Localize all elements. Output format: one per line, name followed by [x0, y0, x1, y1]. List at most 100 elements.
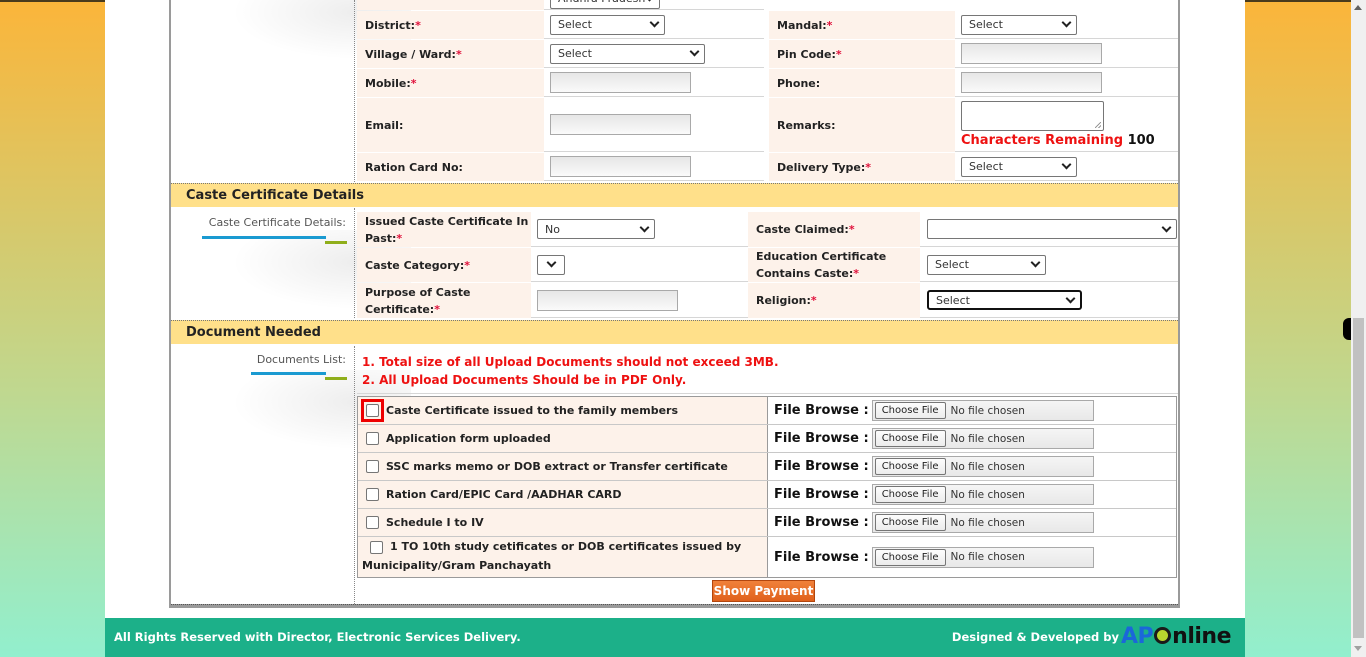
caste-claimed-select[interactable] [927, 219, 1177, 239]
mandal-select[interactable]: Select [961, 14, 1077, 35]
mobile-label: Mobile: * [357, 69, 544, 97]
file-browse-label: File Browse : [774, 403, 869, 418]
file-status: No file chosen [950, 516, 1025, 529]
characters-remaining: Characters Remaining 100 [961, 133, 1155, 148]
village-select[interactable]: Select [550, 43, 705, 64]
divider [354, 208, 355, 318]
purpose-label-line1: Purpose of Caste [365, 285, 471, 299]
document-checkbox[interactable] [366, 488, 379, 501]
document-checkbox[interactable] [370, 540, 383, 554]
footer: All Rights Reserved with Director, Elect… [105, 618, 1245, 657]
file-browse-label: File Browse : [774, 459, 869, 474]
remarks-label-text: Remarks: [777, 118, 836, 132]
caste-category-label-text: Caste Category: [365, 258, 465, 272]
pincode-input[interactable] [961, 43, 1102, 64]
scroll-down-icon[interactable] [1354, 646, 1362, 651]
delivery-select[interactable]: Select [961, 156, 1077, 177]
pincode-label: Pin Code: * [769, 40, 955, 68]
file-input[interactable]: Choose File No file chosen [871, 512, 1094, 533]
remarks-textarea[interactable] [961, 101, 1104, 131]
document-label-line2: Municipality/Gram Panchayath [362, 559, 552, 572]
file-input[interactable]: Choose File No file chosen [871, 400, 1094, 421]
edu-cert-field: Select [920, 248, 1178, 282]
delivery-label: Delivery Type: * [769, 153, 955, 181]
email-input[interactable] [550, 114, 691, 135]
divider [354, 0, 355, 182]
caste-category-field [531, 248, 749, 282]
file-cell: File Browse : Choose File No file chosen [768, 481, 1176, 508]
pincode-field [955, 40, 1178, 68]
file-cell: File Browse : Choose File No file chosen [768, 537, 1176, 577]
phone-label: Phone: [769, 69, 955, 97]
file-input[interactable]: Choose File No file chosen [871, 456, 1094, 477]
document-row: SSC marks memo or DOB extract or Transfe… [358, 453, 1176, 481]
mobile-field [544, 69, 764, 97]
purpose-label: Purpose of Caste Certificate:* [357, 283, 531, 318]
district-label-text: District: [365, 18, 416, 32]
purpose-input[interactable] [537, 289, 678, 311]
document-checkbox[interactable] [366, 432, 379, 445]
choose-file-button[interactable]: Choose File [874, 402, 946, 419]
page: Andhra Pradesh District: * Select Village… [105, 0, 1245, 657]
document-checkbox[interactable] [366, 516, 379, 529]
scrollbar-thumb[interactable] [1353, 318, 1364, 638]
upload-note: 2. All Upload Documents Should be in PDF… [362, 373, 687, 387]
required-mark: * [865, 160, 872, 174]
email-label: Email: [357, 98, 544, 152]
phone-input[interactable] [961, 72, 1102, 93]
chevron-down-icon [1065, 293, 1076, 303]
edu-cert-select[interactable]: Select [927, 254, 1046, 275]
form-frame: Andhra Pradesh District: * Select Village… [169, 0, 1180, 608]
required-mark: * [464, 258, 470, 272]
file-status: No file chosen [950, 432, 1025, 445]
logo-ap: AP [1121, 624, 1154, 649]
document-row: Ration Card/EPIC Card /AADHAR CARD File … [358, 481, 1176, 509]
show-payment-button[interactable]: Show Payment [712, 580, 815, 602]
religion-select[interactable]: Select [927, 290, 1082, 310]
issued-past-select[interactable]: No [537, 219, 655, 239]
file-status: No file chosen [950, 460, 1025, 473]
district-select[interactable]: Select [550, 14, 665, 35]
choose-file-button[interactable]: Choose File [874, 430, 946, 447]
chevron-down-icon [546, 257, 556, 268]
chevron-down-icon [1161, 222, 1172, 232]
designed-by-text: Designed & Developed by [951, 629, 1120, 644]
chevron-down-icon [1061, 17, 1072, 28]
file-input[interactable]: Choose File No file chosen [871, 546, 1094, 568]
document-row: Caste Certificate issued to the family m… [358, 397, 1176, 425]
side-tab[interactable] [1343, 318, 1351, 340]
document-label: SSC marks memo or DOB extract or Transfe… [386, 460, 728, 473]
village-label-text: Village / Ward: [365, 47, 456, 61]
file-cell: File Browse : Choose File No file chosen [768, 397, 1176, 424]
document-cell: Schedule I to IV [358, 509, 768, 536]
document-checkbox[interactable] [366, 404, 379, 417]
choose-file-button[interactable]: Choose File [874, 548, 946, 566]
choose-file-button[interactable]: Choose File [874, 514, 946, 531]
ration-input[interactable] [550, 156, 691, 177]
caste-category-select[interactable] [537, 254, 565, 275]
file-input[interactable]: Choose File No file chosen [871, 484, 1094, 505]
mobile-input[interactable] [550, 72, 691, 93]
scroll-up-icon[interactable] [1354, 5, 1362, 10]
state-select[interactable]: Andhra Pradesh [550, 0, 660, 9]
document-row: Application form uploaded File Browse : … [358, 425, 1176, 453]
choose-file-button[interactable]: Choose File [874, 458, 946, 475]
mandal-label-text: Mandal: [777, 18, 827, 32]
documents-table: Caste Certificate issued to the family m… [357, 396, 1177, 578]
file-status: No file chosen [950, 404, 1025, 417]
document-label: Application form uploaded [386, 432, 551, 445]
purpose-label-line2: Certificate: [365, 302, 435, 316]
documents-section-header: Document Needed [171, 320, 1178, 344]
file-input[interactable]: Choose File No file chosen [871, 428, 1094, 449]
chevron-down-icon [639, 222, 650, 232]
email-label-text: Email: [365, 118, 404, 132]
remaining-count: 100 [1127, 133, 1155, 148]
document-checkbox[interactable] [366, 460, 379, 473]
village-label: Village / Ward: * [357, 40, 544, 68]
required-mark: * [434, 302, 440, 316]
scrollbar[interactable] [1351, 0, 1366, 657]
religion-field: Select [920, 283, 1178, 318]
choose-file-button[interactable]: Choose File [874, 486, 946, 503]
accent-bar-blue [251, 372, 326, 375]
state-label [357, 0, 544, 10]
